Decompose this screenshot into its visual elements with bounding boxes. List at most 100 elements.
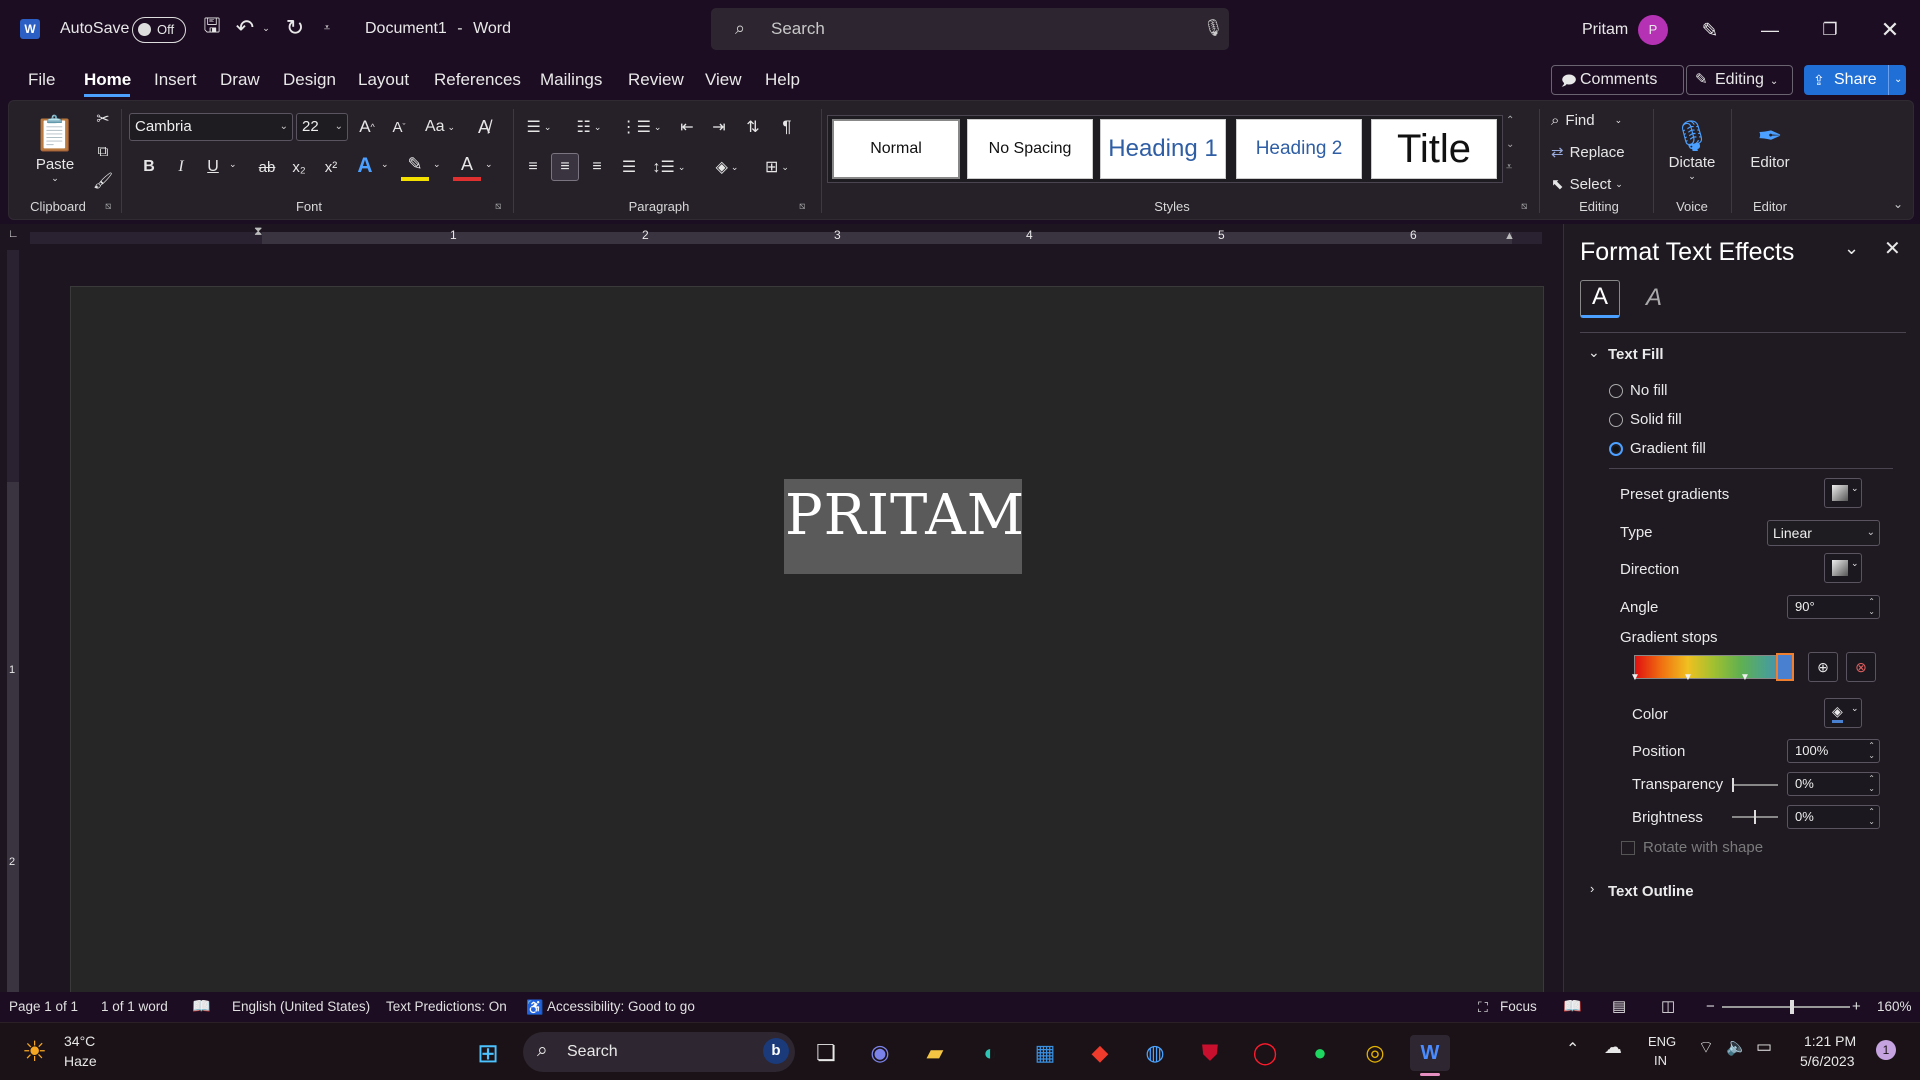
text-fill-chevron-icon[interactable]: ⌄ — [1588, 344, 1600, 361]
slider-thumb[interactable] — [1754, 810, 1756, 824]
font-launcher-icon[interactable]: ⧅ — [495, 201, 501, 212]
style-normal[interactable]: Normal — [832, 119, 960, 179]
direction-button[interactable]: ⌄ — [1824, 553, 1862, 583]
style-no-spacing[interactable]: No Spacing — [967, 119, 1093, 179]
right-indent-marker-icon[interactable]: ▲ — [1504, 230, 1515, 242]
spinner-arrows-icon[interactable]: ⌃ ⌄ — [1868, 741, 1875, 761]
clear-formatting-icon[interactable]: A̸ — [471, 113, 497, 141]
text-effects-tab-icon[interactable]: A — [1634, 280, 1674, 318]
text-fill-section-header[interactable]: Text Fill — [1608, 346, 1664, 363]
tab-layout[interactable]: Layout — [358, 60, 409, 100]
language-code[interactable]: ENG — [1648, 1034, 1676, 1049]
weather-condition[interactable]: Haze — [64, 1053, 97, 1069]
position-spinner[interactable]: 100% ⌃ ⌄ — [1787, 739, 1880, 763]
gradient-stop-handle[interactable]: ▼ — [1630, 672, 1640, 683]
pane-close-icon[interactable]: ✕ — [1884, 236, 1901, 261]
clock-date[interactable]: 5/6/2023 — [1800, 1053, 1855, 1069]
comments-button[interactable]: 🗩 Comments — [1551, 65, 1684, 95]
chevron-down-icon[interactable]: ⌄ — [485, 159, 493, 170]
decrease-indent-icon[interactable]: ⇤ — [673, 113, 701, 141]
horizontal-ruler[interactable]: ∟ ⧗ ▲ 1 2 3 4 5 6 — [0, 224, 1563, 250]
sort-icon[interactable]: ⇅ — [739, 113, 767, 141]
font-color-icon[interactable]: A — [453, 151, 481, 181]
bold-button[interactable]: B — [137, 153, 161, 181]
gradient-stop-handle[interactable]: ▼ — [1740, 672, 1750, 683]
borders-icon[interactable]: ⊞ ⌄ — [757, 153, 797, 181]
notification-badge[interactable]: 1 — [1876, 1040, 1896, 1060]
solid-fill-radio[interactable] — [1609, 413, 1623, 427]
anydesk-icon[interactable]: ◆ — [1080, 1035, 1120, 1071]
ribbon-collapse-icon[interactable]: ⌄ — [1893, 197, 1903, 211]
read-mode-icon[interactable]: 📖 — [1563, 992, 1582, 1022]
rotate-with-shape-checkbox[interactable] — [1621, 841, 1635, 855]
dictate-button[interactable]: 🎙 Dictate ⌄ — [1661, 105, 1723, 195]
battery-icon[interactable]: ▭ — [1756, 1037, 1772, 1057]
edge-icon[interactable]: ◐ — [970, 1035, 1010, 1071]
close-icon[interactable]: ✕ — [1870, 10, 1910, 50]
transparency-spinner[interactable]: 0% ⌃ ⌄ — [1787, 772, 1880, 796]
file-explorer-icon[interactable]: ▰ — [915, 1035, 955, 1071]
slider-thumb[interactable] — [1790, 1000, 1794, 1014]
tab-file[interactable]: File — [28, 60, 55, 100]
pen-icon[interactable]: ✎ — [1696, 16, 1724, 44]
chevron-down-icon[interactable]: ⌄ — [433, 159, 441, 170]
focus-icon[interactable]: ⛶ — [1478, 992, 1488, 1022]
select-button[interactable]: ⬉ Select ⌄ — [1551, 171, 1641, 197]
tab-mailings[interactable]: Mailings — [540, 60, 602, 100]
opera-icon[interactable]: ◯ — [1245, 1035, 1285, 1071]
change-case-button[interactable]: Aa ⌄ — [419, 113, 461, 141]
user-name[interactable]: Pritam — [1582, 21, 1628, 39]
weather-sun-icon[interactable]: ☀ — [22, 1035, 47, 1068]
highlight-color-icon[interactable]: ✎ — [401, 151, 429, 181]
spinner-arrows-icon[interactable]: ⌃ ⌄ — [1868, 774, 1875, 794]
autosave-toggle[interactable]: Off — [132, 17, 186, 43]
text-fill-outline-tab-icon[interactable]: A — [1580, 280, 1620, 318]
proofing-icon[interactable]: 📖 — [192, 992, 211, 1022]
print-layout-icon[interactable]: ▤ — [1612, 992, 1626, 1022]
customize-qat-icon[interactable]: ⩡ — [320, 20, 334, 36]
undo-dropdown-icon[interactable]: ⌄ — [260, 20, 272, 36]
spinner-arrows-icon[interactable]: ⌃ ⌄ — [1868, 807, 1875, 827]
show-formatting-icon[interactable]: ¶ — [773, 113, 801, 141]
gradient-fill-radio[interactable] — [1609, 442, 1623, 456]
replace-button[interactable]: ⇄ Replace — [1551, 139, 1641, 165]
text-predictions[interactable]: Text Predictions: On — [386, 992, 507, 1022]
align-center-icon[interactable]: ≡ — [551, 153, 579, 181]
superscript-button[interactable]: x² — [317, 153, 345, 181]
share-button[interactable]: ⇪ Share ⌄ — [1804, 65, 1906, 95]
web-layout-icon[interactable]: ◫ — [1661, 992, 1675, 1022]
gradient-type-select[interactable]: Linear ⌄ — [1767, 520, 1880, 546]
multilevel-list-icon[interactable]: ⋮☰ ⌄ — [621, 113, 662, 141]
focus-button[interactable]: Focus — [1500, 992, 1537, 1022]
bullets-icon[interactable]: ☰ ⌄ — [519, 113, 559, 141]
text-outline-section-header[interactable]: Text Outline — [1608, 883, 1694, 900]
text-effects-icon[interactable]: A — [351, 151, 379, 181]
onedrive-icon[interactable]: ☁ — [1604, 1037, 1622, 1058]
taskbar-search[interactable]: ⌕ Search b — [523, 1032, 795, 1072]
tab-help[interactable]: Help — [765, 60, 800, 100]
strikethrough-button[interactable]: ab — [253, 153, 281, 181]
gradient-stops-bar[interactable] — [1634, 655, 1794, 679]
no-fill-label[interactable]: No fill — [1630, 382, 1668, 399]
editing-mode-button[interactable]: ✎ Editing ⌄ — [1686, 65, 1793, 95]
copy-icon[interactable]: ⧉ — [91, 139, 115, 163]
brightness-spinner[interactable]: 0% ⌃ ⌄ — [1787, 805, 1880, 829]
tab-draw[interactable]: Draw — [220, 60, 260, 100]
font-family-select[interactable]: Cambria ⌄ — [129, 113, 293, 141]
spinner-arrows-icon[interactable]: ⌃ ⌄ — [1868, 597, 1875, 617]
no-fill-radio[interactable] — [1609, 384, 1623, 398]
accessibility-icon[interactable]: ♿ — [526, 992, 543, 1022]
language[interactable]: English (United States) — [232, 992, 370, 1022]
word-taskbar-icon[interactable]: W — [1410, 1035, 1450, 1071]
volume-icon[interactable]: 🔈 — [1726, 1037, 1747, 1057]
redo-icon[interactable]: ↻ — [282, 14, 308, 42]
microphone-icon[interactable]: 🎙 — [1203, 18, 1223, 38]
minimize-icon[interactable]: — — [1750, 10, 1790, 50]
gradient-stop-handle[interactable]: ▼ — [1683, 672, 1693, 683]
preset-gradients-button[interactable]: ⌄ — [1824, 478, 1862, 508]
slider-thumb[interactable] — [1732, 778, 1734, 792]
styles-scroll-down-icon[interactable]: ⌄ — [1506, 139, 1514, 150]
wifi-icon[interactable]: ⌔ — [1698, 1037, 1714, 1058]
italic-button[interactable]: I — [169, 153, 193, 181]
brightness-slider[interactable] — [1732, 810, 1778, 824]
